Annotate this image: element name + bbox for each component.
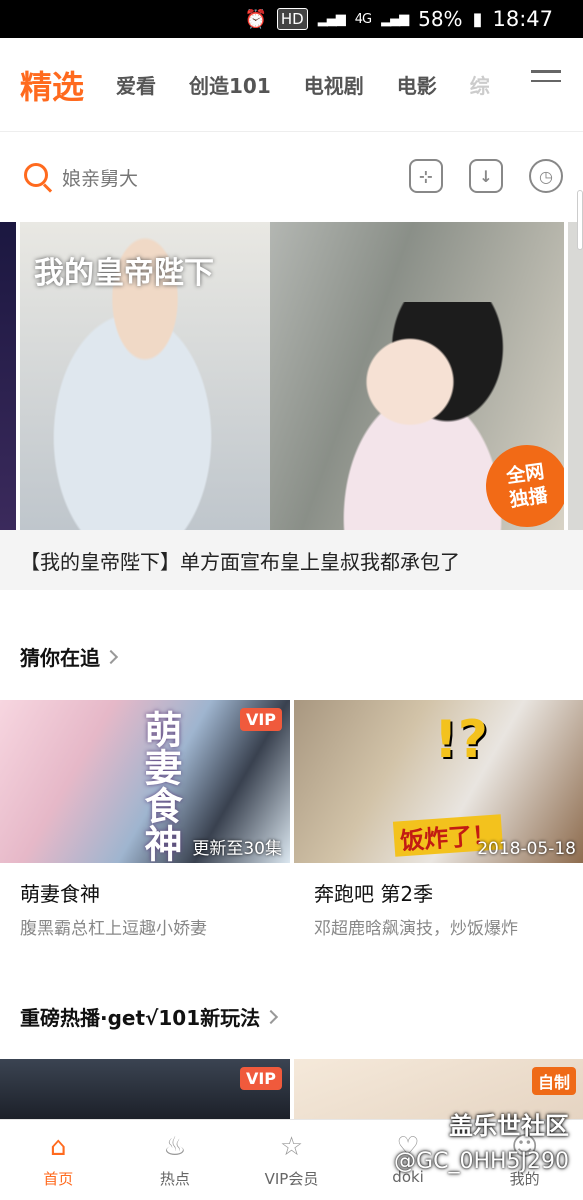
tab-movies[interactable]: 电影: [397, 70, 437, 99]
episode-status: 更新至30集: [192, 839, 282, 859]
video-thumbnail[interactable]: VIP: [0, 1059, 290, 1119]
home-icon: ⌂: [50, 1132, 67, 1162]
thumbnail-mark: !?: [434, 710, 488, 770]
section-title-hot[interactable]: 重磅热播·get√101新玩法: [20, 1002, 279, 1031]
nav-hot[interactable]: ♨ 热点: [117, 1120, 234, 1200]
network-type: 4G: [354, 11, 372, 27]
signal-icon-2: ▂▄▆: [381, 11, 409, 27]
banner-prev-peek: [0, 222, 16, 530]
history-clock-icon[interactable]: ◷: [529, 159, 563, 193]
banner-show-logo: 我的皇帝陛下: [34, 256, 214, 291]
tab-tv-series[interactable]: 电视剧: [304, 70, 364, 99]
download-icon[interactable]: ↓: [469, 159, 503, 193]
status-bar: ⏰ HD ▂▄▆ 4G ▂▄▆ 58% ▮ 18:47: [0, 0, 583, 38]
video-thumbnail[interactable]: 萌妻食神 VIP 更新至30集: [0, 700, 290, 863]
original-badge: 自制: [531, 1067, 576, 1095]
menu-icon[interactable]: [531, 70, 561, 90]
video-card[interactable]: 萌妻食神 VIP 更新至30集 萌妻食神 腹黑霸总杠上逗趣小娇妻: [0, 700, 290, 939]
game-controller-icon[interactable]: ⊹: [409, 159, 443, 193]
video-card[interactable]: !? 饭炸了！ 2018-05-18 奔跑吧 第2季 邓超鹿晗飙演技，炒饭爆炸: [294, 700, 583, 939]
banner-caption[interactable]: 【我的皇帝陛下】单方面宣布皇上皇叔我都承包了: [0, 530, 583, 590]
banner-carousel[interactable]: 我的皇帝陛下 全网 独播: [0, 222, 583, 530]
nav-label: 首页: [43, 1170, 74, 1188]
tab-produce101[interactable]: 创造101: [189, 70, 271, 99]
nav-home[interactable]: ⌂ 首页: [0, 1120, 117, 1200]
search-input[interactable]: 娘亲舅大: [62, 164, 138, 191]
battery-icon: ▮: [472, 8, 483, 30]
banner-next-peek: [568, 222, 583, 530]
video-description: 邓超鹿晗飙演技，炒饭爆炸: [314, 919, 518, 939]
hd-indicator: HD: [276, 8, 308, 30]
tab-variety[interactable]: 综: [470, 70, 490, 99]
vip-badge: VIP: [239, 1067, 282, 1090]
search-icon[interactable]: [22, 161, 54, 193]
show-logo: 萌妻食神: [138, 710, 183, 862]
nav-vip[interactable]: ☆ VIP会员: [233, 1120, 350, 1200]
watermark: 盖乐世社区 @GC_0HH5J290: [394, 1112, 569, 1174]
vip-badge: VIP: [239, 708, 282, 731]
scroll-handle[interactable]: [577, 190, 583, 250]
alarm-icon: ⏰: [244, 8, 267, 30]
chevron-right-icon: [264, 1009, 279, 1024]
signal-icon: ▂▄▆: [317, 11, 346, 27]
video-thumbnail[interactable]: !? 饭炸了！ 2018-05-18: [294, 700, 583, 863]
nav-label: VIP会员: [264, 1170, 319, 1188]
battery-percent: 58%: [418, 7, 463, 31]
air-date: 2018-05-18: [477, 839, 576, 859]
video-card[interactable]: VIP: [0, 1059, 290, 1119]
video-title[interactable]: 奔跑吧 第2季: [294, 878, 583, 907]
vip-star-icon: ☆: [279, 1132, 304, 1162]
flame-icon: ♨: [163, 1132, 187, 1162]
clock: 18:47: [492, 7, 553, 31]
section-title-following[interactable]: 猜你在追: [20, 642, 119, 671]
video-title[interactable]: 萌妻食神: [0, 878, 290, 907]
video-description: 腹黑霸总杠上逗趣小娇妻: [20, 919, 207, 939]
search-row: 娘亲舅大 ⊹ ↓ ◷: [0, 133, 583, 221]
top-nav-tabs: 精选 爱看 创造101 电视剧 电影 综: [0, 38, 583, 132]
chevron-right-icon: [103, 649, 119, 664]
nav-label: 热点: [159, 1170, 190, 1188]
tab-featured[interactable]: 精选: [20, 62, 84, 108]
tab-aikan[interactable]: 爱看: [116, 70, 156, 99]
banner-image[interactable]: 我的皇帝陛下 全网 独播: [20, 222, 564, 530]
